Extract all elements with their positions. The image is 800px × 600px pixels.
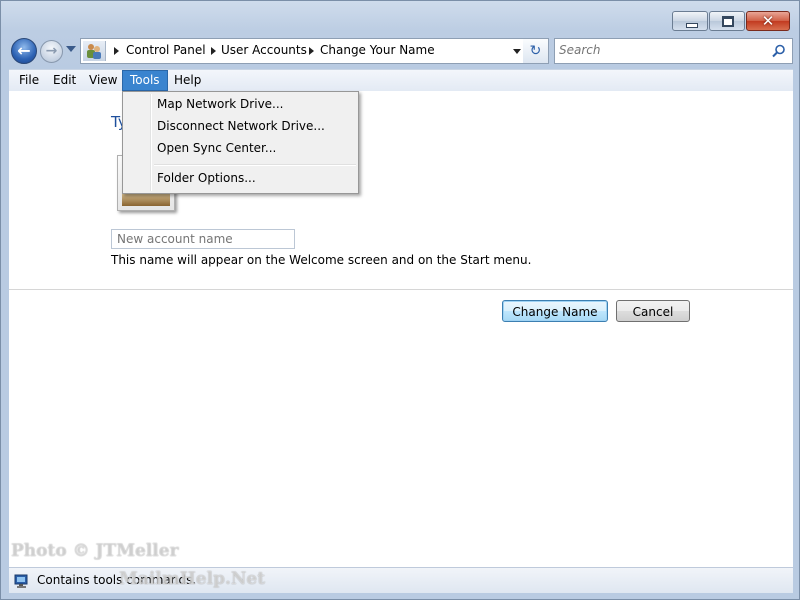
menu-bar: File Edit View Tools Help (9, 69, 793, 91)
breadcrumb-change-your-name[interactable]: Change Your Name (320, 43, 435, 57)
new-account-name-input[interactable] (111, 229, 295, 249)
address-dropdown-icon[interactable] (513, 49, 521, 54)
refresh-icon: ↻ (529, 43, 542, 59)
cancel-button[interactable]: Cancel (616, 300, 690, 322)
caption-buttons: ✕ (672, 11, 790, 31)
menu-help[interactable]: Help (167, 70, 208, 91)
close-icon: ✕ (761, 12, 775, 30)
menu-gutter (150, 94, 152, 191)
maximize-icon (722, 16, 734, 27)
breadcrumb-user-accounts[interactable]: User Accounts (221, 43, 307, 57)
forward-button[interactable]: → (40, 40, 63, 63)
computer-icon (14, 574, 28, 588)
explorer-window: ✕ ← → Control Panel User Accounts Change… (0, 0, 800, 600)
refresh-button[interactable]: ↻ (523, 38, 549, 64)
maximize-button[interactable] (709, 11, 745, 31)
menu-separator (154, 164, 356, 166)
breadcrumb-control-panel[interactable]: Control Panel (126, 43, 206, 57)
search-input[interactable] (559, 43, 759, 57)
breadcrumb-separator[interactable] (114, 47, 119, 55)
user-accounts-icon (83, 41, 106, 61)
minimize-icon (686, 23, 698, 28)
address-bar[interactable]: Control Panel User Accounts Change Your … (80, 38, 548, 64)
breadcrumb-separator[interactable] (309, 47, 314, 55)
menu-item-folder-options[interactable]: Folder Options... (157, 171, 256, 185)
menu-view[interactable]: View (82, 70, 124, 91)
name-help-text: This name will appear on the Welcome scr… (111, 253, 532, 267)
back-arrow-icon: ← (17, 41, 31, 60)
search-icon[interactable] (772, 44, 786, 58)
menu-file[interactable]: File (12, 70, 46, 91)
status-bar: Contains tools commands. (9, 567, 793, 593)
change-name-button[interactable]: Change Name (502, 300, 608, 322)
menu-item-map-network-drive[interactable]: Map Network Drive... (157, 97, 284, 111)
divider (9, 289, 793, 290)
menu-tools[interactable]: Tools (122, 70, 168, 91)
menu-item-disconnect-network-drive[interactable]: Disconnect Network Drive... (157, 119, 325, 133)
tools-menu-dropdown: Map Network Drive... Disconnect Network … (122, 91, 359, 194)
search-box[interactable] (554, 38, 793, 64)
breadcrumb-separator[interactable] (211, 47, 216, 55)
status-text: Contains tools commands. (37, 573, 197, 587)
menu-edit[interactable]: Edit (46, 70, 83, 91)
menu-item-open-sync-center[interactable]: Open Sync Center... (157, 141, 276, 155)
forward-arrow-icon: → (45, 43, 58, 59)
back-button[interactable]: ← (11, 38, 37, 64)
minimize-button[interactable] (672, 11, 708, 31)
close-button[interactable]: ✕ (746, 11, 790, 31)
navigation-bar: ← → Control Panel User Accounts Change Y… (9, 37, 793, 65)
recent-pages-icon[interactable] (66, 46, 76, 52)
